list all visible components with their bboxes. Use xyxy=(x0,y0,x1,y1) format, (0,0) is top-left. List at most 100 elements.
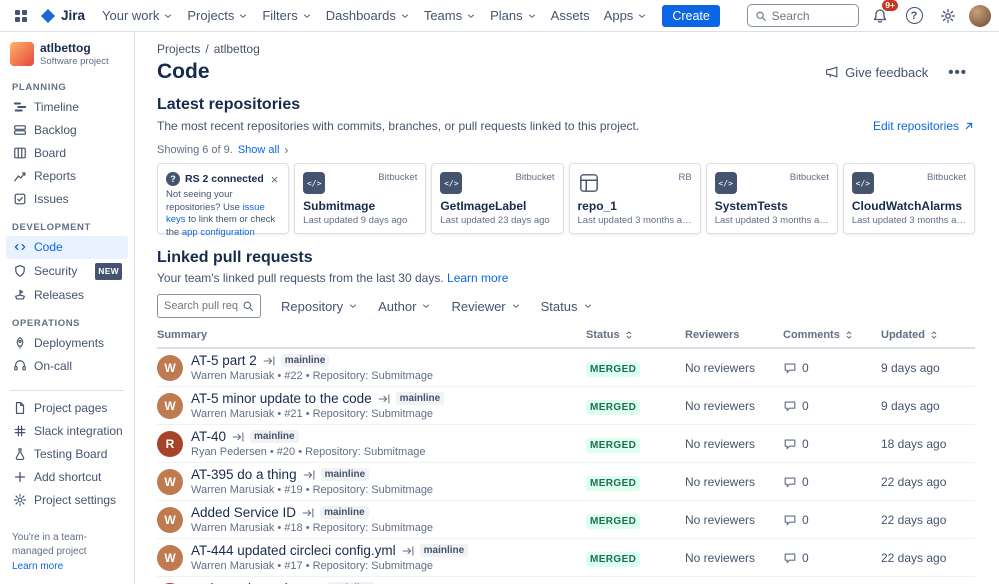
search-icon xyxy=(755,9,767,23)
author-avatar[interactable]: W xyxy=(157,545,183,571)
pr-byline: Ryan Pedersen • #20 • Repository: Submit… xyxy=(191,446,426,458)
sidebar-item-project-pages[interactable]: Project pages xyxy=(6,397,128,420)
connect-card-title: RS 2 connected xyxy=(185,173,264,185)
pull-request-row[interactable]: W Added Service ID mainline Warren Marus… xyxy=(157,501,975,539)
sidebar-item-security[interactable]: SecurityNEW xyxy=(6,259,128,284)
learn-more-link[interactable]: Learn more xyxy=(12,561,63,572)
showing-count: Showing 6 of 9. xyxy=(157,144,233,156)
pull-request-row[interactable]: W AT-5 minor update to the code mainline… xyxy=(157,387,975,425)
repository-card[interactable]: </> Bitbucket GetImageLabel Last updated… xyxy=(431,163,563,234)
sidebar-item-slack-integration[interactable]: Slack integration xyxy=(6,420,128,443)
repository-card[interactable]: </> Bitbucket CloudWatchAlarms Last upda… xyxy=(843,163,975,234)
settings-button[interactable] xyxy=(935,3,961,29)
sidebar-item-oncall[interactable]: On-call xyxy=(6,355,128,378)
create-button[interactable]: Create xyxy=(662,5,720,27)
pr-status-badge: MERGED xyxy=(586,514,640,529)
edit-repositories-link[interactable]: Edit repositories xyxy=(873,119,975,133)
pr-search[interactable] xyxy=(157,294,261,318)
breadcrumb-project-link[interactable]: atlbettog xyxy=(214,42,260,56)
pr-title-link[interactable]: AT-40 xyxy=(191,429,226,444)
pr-title-link[interactable]: AT-5 minor update to the code xyxy=(191,391,372,406)
repository-card[interactable]: </> Bitbucket SystemTests Last updated 3… xyxy=(706,163,838,234)
chevron-down-icon xyxy=(421,301,431,311)
nav-assets[interactable]: Assets xyxy=(544,0,597,31)
target-branch-badge: mainline xyxy=(420,544,469,557)
breadcrumb-projects-link[interactable]: Projects xyxy=(157,42,200,56)
author-avatar[interactable]: W xyxy=(157,507,183,533)
sidebar-item-project-settings[interactable]: Project settings xyxy=(6,489,128,512)
help-button[interactable]: ? xyxy=(901,3,927,29)
pr-comments: 0 xyxy=(783,551,881,565)
pr-search-input[interactable] xyxy=(164,300,238,312)
global-search-input[interactable] xyxy=(772,9,851,23)
repository-card[interactable]: RB repo_1 Last updated 3 months ago xyxy=(569,163,701,234)
jira-logo[interactable]: Jira xyxy=(36,8,93,24)
pr-byline: Warren Marusiak • #19 • Repository: Subm… xyxy=(191,484,433,496)
app-configuration-link[interactable]: app configuration xyxy=(182,227,255,238)
sidebar-item-testing-board[interactable]: Testing Board xyxy=(6,443,128,466)
sidebar-item-backlog[interactable]: Backlog xyxy=(6,119,128,142)
column-reviewers[interactable]: Reviewers xyxy=(685,329,783,341)
user-avatar[interactable] xyxy=(969,5,991,27)
nav-plans[interactable]: Plans xyxy=(483,0,544,31)
filter-status[interactable]: Status xyxy=(541,299,593,314)
column-status[interactable]: Status xyxy=(586,329,685,341)
more-options-button[interactable]: ••• xyxy=(940,62,975,83)
pull-request-row[interactable]: R update orb version mainline Ryan Peder… xyxy=(157,577,975,584)
comment-icon xyxy=(783,551,797,565)
repository-card[interactable]: </> Bitbucket Submitmage Last updated 9 … xyxy=(294,163,426,234)
nav-projects[interactable]: Projects xyxy=(180,0,255,31)
sidebar-item-board[interactable]: Board xyxy=(6,142,128,165)
slack-icon xyxy=(12,424,27,438)
pr-title-link[interactable]: AT-5 part 2 xyxy=(191,353,257,368)
author-avatar[interactable]: R xyxy=(157,431,183,457)
pr-title-link[interactable]: Added Service ID xyxy=(191,505,296,520)
give-feedback-button[interactable]: Give feedback xyxy=(817,61,936,84)
pull-request-row[interactable]: W AT-444 updated circleci config.yml mai… xyxy=(157,539,975,577)
pull-request-row[interactable]: W AT-395 do a thing mainline Warren Maru… xyxy=(157,463,975,501)
global-search[interactable] xyxy=(747,4,859,27)
sidebar-item-issues[interactable]: Issues xyxy=(6,188,128,211)
linked-pull-requests-section: Linked pull requests Your team's linked … xyxy=(157,249,975,584)
pr-title-link[interactable]: AT-444 updated circleci config.yml xyxy=(191,543,396,558)
filter-reviewer[interactable]: Reviewer xyxy=(451,299,520,314)
notifications-button[interactable]: 9+ xyxy=(867,3,893,29)
column-summary[interactable]: Summary xyxy=(157,329,586,341)
sort-icon xyxy=(929,330,939,340)
nav-dashboards[interactable]: Dashboards xyxy=(319,0,417,31)
column-comments[interactable]: Comments xyxy=(783,329,881,341)
nav-label: Dashboards xyxy=(326,8,396,23)
sidebar-item-reports[interactable]: Reports xyxy=(6,165,128,188)
sidebar-item-releases[interactable]: Releases xyxy=(6,284,128,307)
gear-icon xyxy=(940,8,956,24)
sort-icon xyxy=(844,330,854,340)
sidebar-item-code[interactable]: Code xyxy=(6,236,128,259)
learn-more-link[interactable]: Learn more xyxy=(447,271,508,285)
pr-title-link[interactable]: AT-395 do a thing xyxy=(191,467,297,482)
sidebar-item-add-shortcut[interactable]: Add shortcut xyxy=(6,466,128,489)
filter-repository[interactable]: Repository xyxy=(281,299,358,314)
chevron-down-icon xyxy=(302,11,312,21)
pull-request-row[interactable]: R AT-40 mainline Ryan Pedersen • #20 • R… xyxy=(157,425,975,463)
nav-label: Apps xyxy=(604,8,634,23)
nav-filters[interactable]: Filters xyxy=(255,0,318,31)
filter-author[interactable]: Author xyxy=(378,299,431,314)
author-avatar[interactable]: W xyxy=(157,393,183,419)
pull-request-row[interactable]: W AT-5 part 2 mainline Warren Marusiak •… xyxy=(157,349,975,387)
comment-count: 0 xyxy=(802,551,809,565)
close-icon[interactable]: × xyxy=(269,173,281,186)
chevron-down-icon xyxy=(400,11,410,21)
show-all-link[interactable]: Show all xyxy=(238,144,280,156)
sidebar-item-timeline[interactable]: Timeline xyxy=(6,96,128,119)
project-header[interactable]: atlbettog Software project xyxy=(6,40,128,77)
app-switcher-button[interactable] xyxy=(8,3,34,29)
page-title: Code xyxy=(157,60,210,84)
comment-count: 0 xyxy=(802,399,809,413)
nav-apps[interactable]: Apps xyxy=(597,0,655,31)
column-updated[interactable]: Updated xyxy=(881,329,975,341)
nav-your-work[interactable]: Your work xyxy=(95,0,180,31)
author-avatar[interactable]: W xyxy=(157,355,183,381)
sidebar-item-deployments[interactable]: Deployments xyxy=(6,332,128,355)
author-avatar[interactable]: W xyxy=(157,469,183,495)
nav-teams[interactable]: Teams xyxy=(417,0,483,31)
